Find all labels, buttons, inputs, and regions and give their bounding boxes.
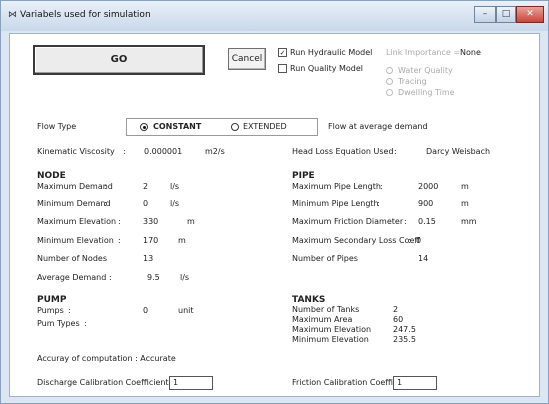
pipe-unit: mm xyxy=(461,217,477,226)
pipe-colon: : xyxy=(377,199,380,208)
water-quality-radio[interactable] xyxy=(386,67,393,74)
run-quality-label: Run Quality Model xyxy=(290,64,364,73)
headloss-label: Head Loss Equation Used xyxy=(292,147,394,156)
pipe-value: 0 xyxy=(416,236,422,245)
app-icon: ⋈ xyxy=(8,10,17,20)
pipe-label: Number of Pipes xyxy=(292,254,358,263)
node-value: 9.5 xyxy=(147,273,160,282)
node-unit: m xyxy=(178,236,186,245)
discharge-calibration-input[interactable]: 1 xyxy=(169,376,213,390)
water-quality-label: Water Quality xyxy=(398,66,453,75)
pump-types-colon: : xyxy=(84,319,87,328)
dialog-body xyxy=(9,33,540,397)
pipe-label: Minimum Pipe Length xyxy=(292,199,379,208)
extended-radio[interactable] xyxy=(231,123,239,131)
headloss-value: Darcy Weisbach xyxy=(426,147,491,156)
pipe-value: 2000 xyxy=(418,182,439,191)
discharge-calibration-label: Discharge Calibration Coefficient xyxy=(37,378,169,387)
viscosity-colon: : xyxy=(123,147,126,156)
node-unit: m xyxy=(187,217,195,226)
viscosity-unit: m2/s xyxy=(205,147,225,156)
friction-calibration-input[interactable]: 1 xyxy=(393,376,437,390)
accuracy-text: Accuray of computation : Accurate xyxy=(37,354,176,363)
node-value: 13 xyxy=(143,254,154,263)
tracing-radio[interactable] xyxy=(386,78,393,85)
close-icon[interactable]: ✕ xyxy=(516,6,544,23)
run-hydraulic-checkbox[interactable]: ✓ xyxy=(278,48,287,57)
maximize-icon[interactable]: □ xyxy=(496,6,516,23)
tank-label: Minimum Elevation xyxy=(292,335,369,344)
pipe-value: 900 xyxy=(418,199,434,208)
node-label: Minimum Demand xyxy=(37,199,111,208)
pipe-label: Maximum Pipe Length xyxy=(292,182,381,191)
node-colon: : xyxy=(118,217,121,226)
tanks-heading: TANKS xyxy=(292,295,326,305)
pumps-unit: unit xyxy=(178,306,194,315)
pipe-label: Maximum Secondary Loss Coeff xyxy=(292,236,420,245)
constant-label: CONSTANT xyxy=(153,122,202,131)
node-value: 170 xyxy=(143,236,159,245)
tank-value: 60 xyxy=(393,315,404,324)
tank-value: 247.5 xyxy=(393,325,416,334)
viscosity-label: Kinematic Viscosity xyxy=(37,147,115,156)
pipe-heading: PIPE xyxy=(292,171,315,181)
tank-label: Maximum Elevation xyxy=(292,325,372,334)
node-value: 0 xyxy=(143,199,149,208)
node-unit: l/s xyxy=(170,199,180,208)
node-colon: : xyxy=(104,182,107,191)
pumps-colon: : xyxy=(68,306,71,315)
pumps-label: Pumps xyxy=(37,306,64,315)
viscosity-value: 0.000001 xyxy=(144,147,183,156)
title-bar[interactable]: ⋈ Variabels used for simulation – □ ✕ xyxy=(1,1,548,31)
flow-note: Flow at average demand xyxy=(328,122,428,131)
tank-value: 2 xyxy=(393,305,399,314)
node-label: Maximum Demand xyxy=(37,182,113,191)
node-colon: : xyxy=(118,236,121,245)
pipe-colon: : xyxy=(380,182,383,191)
window-title: Variabels used for simulation xyxy=(20,10,151,20)
headloss-colon: : xyxy=(394,147,397,156)
node-label: Average Demand xyxy=(37,273,107,282)
pump-types-label: Pum Types xyxy=(37,319,80,328)
node-label: Number of Nodes xyxy=(37,254,107,263)
pipe-colon: : xyxy=(404,217,407,226)
cancel-button[interactable]: Cancel xyxy=(228,48,266,70)
node-heading: NODE xyxy=(37,171,66,181)
pipe-colon: : xyxy=(408,236,411,245)
node-colon: : xyxy=(109,273,112,282)
minimize-icon[interactable]: – xyxy=(474,6,496,23)
tank-label: Maximum Area xyxy=(292,315,353,324)
dwelling-time-radio[interactable] xyxy=(386,89,393,96)
pipe-value: 0.15 xyxy=(418,217,436,226)
pipe-unit: m xyxy=(461,199,469,208)
run-quality-checkbox[interactable] xyxy=(278,64,287,73)
node-value: 330 xyxy=(143,217,159,226)
tank-label: Number of Tanks xyxy=(292,305,360,314)
node-colon: : xyxy=(104,199,107,208)
go-button[interactable]: GO xyxy=(33,45,205,75)
constant-radio[interactable] xyxy=(140,123,148,131)
node-label: Minimum Elevation xyxy=(37,236,114,245)
link-importance-value: None xyxy=(460,48,481,57)
dwelling-time-label: Dwelling Time xyxy=(398,88,455,97)
run-hydraulic-label: Run Hydraulic Model xyxy=(290,48,373,57)
node-unit: l/s xyxy=(180,273,190,282)
extended-label: EXTENDED xyxy=(243,122,287,131)
node-value: 2 xyxy=(143,182,149,191)
flow-type-label: Flow Type xyxy=(37,122,77,131)
tank-value: 235.5 xyxy=(393,335,416,344)
pumps-value: 0 xyxy=(143,306,149,315)
link-importance-label: Link Importance = xyxy=(386,48,461,57)
tracing-label: Tracing xyxy=(398,77,427,86)
pump-heading: PUMP xyxy=(37,295,67,305)
pipe-value: 14 xyxy=(418,254,429,263)
pipe-label: Maximum Friction Diameter xyxy=(292,217,404,226)
node-unit: l/s xyxy=(170,182,180,191)
pipe-unit: m xyxy=(461,182,469,191)
node-label: Maximum Elevation xyxy=(37,217,117,226)
